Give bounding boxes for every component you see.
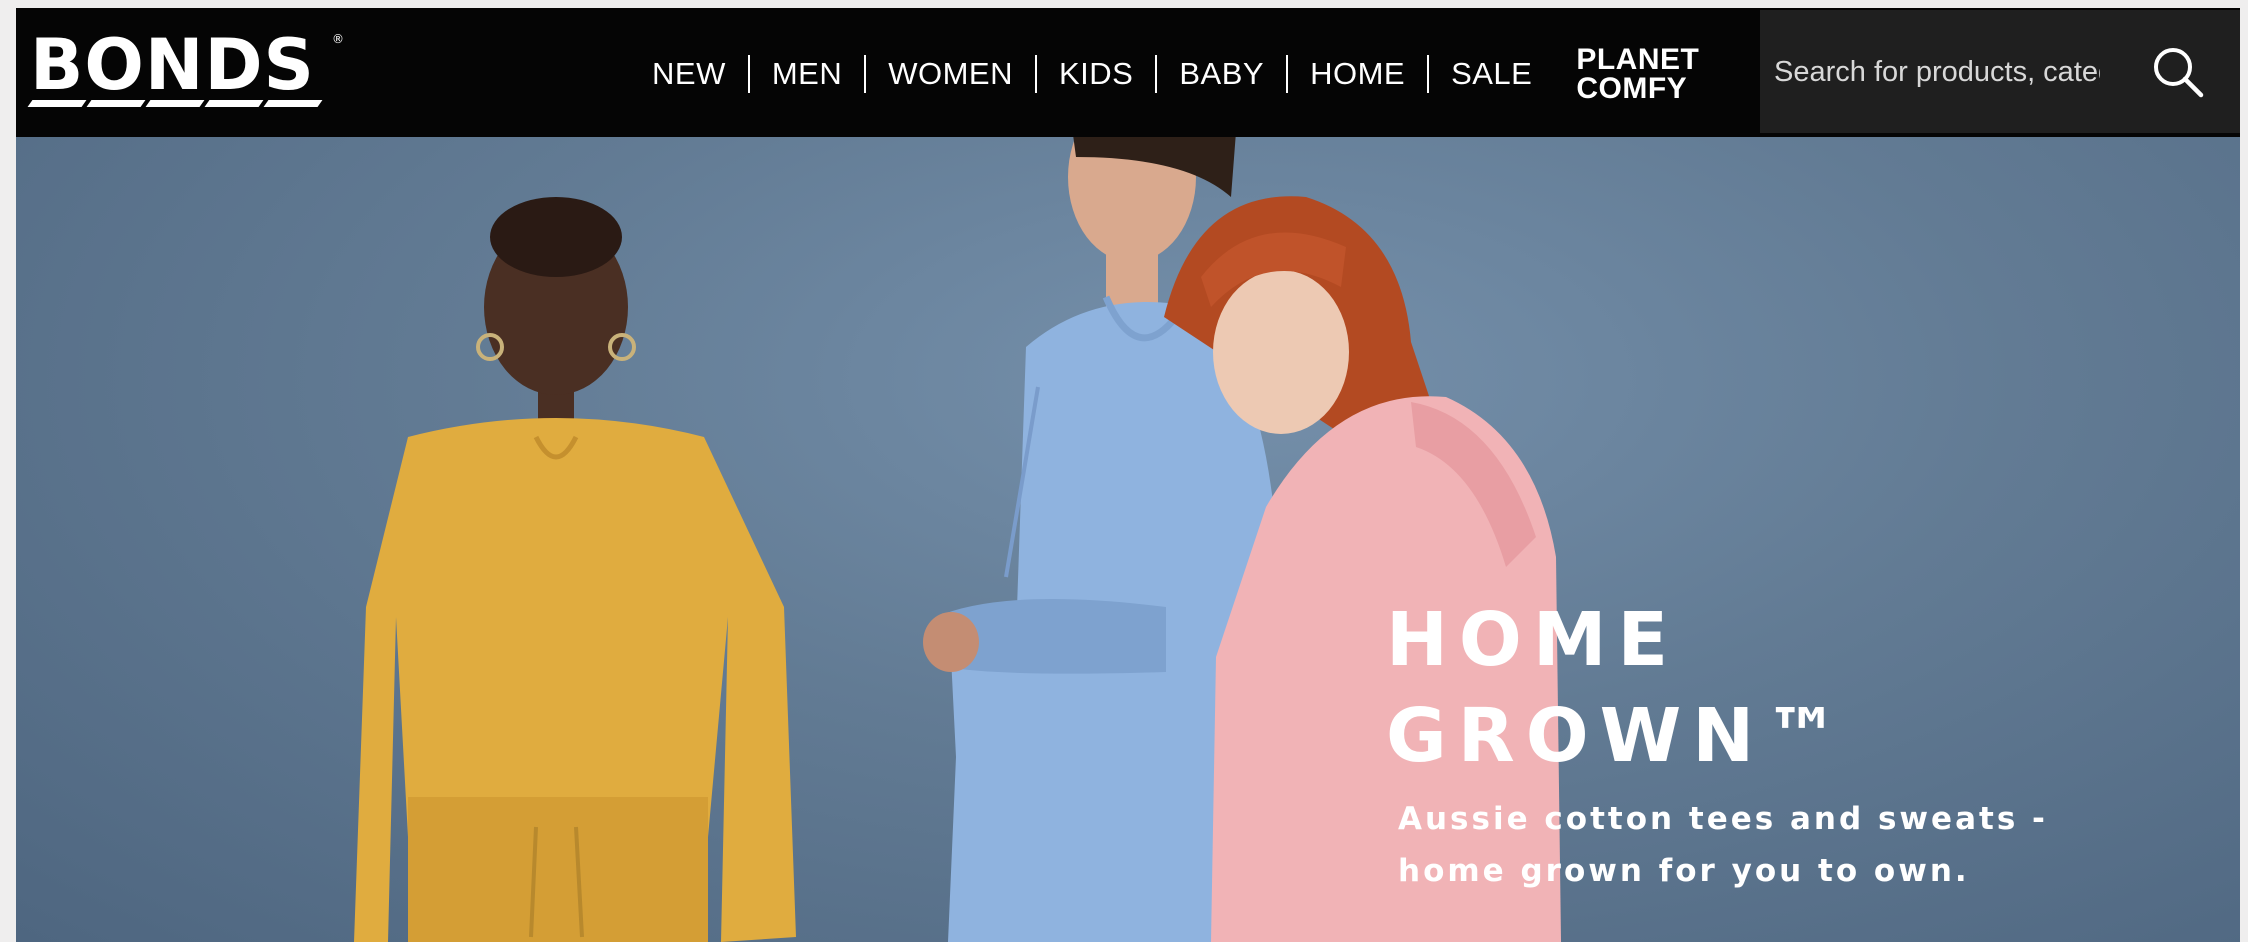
site-header: BONDS ® NEW MEN WOMEN KIDS BABY HOME SAL… — [16, 8, 2240, 137]
hero-subtext-line1: Aussie cotton tees and sweats - — [1398, 801, 2048, 837]
planet-comfy-line2: COMFY — [1576, 72, 1688, 105]
search-icon — [2154, 48, 2204, 98]
hero-headline: HOME GROWN™ — [1386, 592, 1850, 784]
hero-headline-line2: GROWN™ — [1386, 693, 1851, 779]
logo-stripes — [27, 100, 323, 107]
nav-item-planet-comfy[interactable]: PLANET COMFY — [1554, 43, 1721, 105]
nav-item-kids[interactable]: KIDS — [1037, 55, 1158, 93]
nav-item-baby[interactable]: BABY — [1157, 55, 1289, 93]
brand-logo-text: BONDS — [30, 24, 315, 106]
hero-subtext: Aussie cotton tees and sweats - home gro… — [1398, 793, 2048, 897]
search-bar — [1760, 10, 2240, 133]
registered-mark: ® — [332, 32, 344, 46]
hero-subtext-line2: home grown for you to own. — [1398, 853, 1970, 889]
search-input[interactable] — [1774, 48, 2100, 96]
hero-headline-line1: HOME — [1386, 597, 1680, 683]
nav-item-home[interactable]: HOME — [1288, 55, 1430, 93]
nav-item-men[interactable]: MEN — [750, 55, 867, 93]
nav-item-sale[interactable]: SALE — [1429, 55, 1554, 93]
nav-item-women[interactable]: WOMEN — [866, 55, 1037, 93]
page-frame: BONDS ® NEW MEN WOMEN KIDS BABY HOME SAL… — [16, 8, 2240, 942]
nav-item-new[interactable]: NEW — [652, 55, 750, 93]
brand-logo[interactable]: BONDS ® — [27, 24, 350, 114]
model-yellow-sweatshirt — [354, 197, 796, 942]
hero-banner[interactable]: HOME GROWN™ Aussie cotton tees and sweat… — [16, 137, 2240, 942]
planet-comfy-line1: PLANET — [1576, 43, 1700, 76]
search-button[interactable] — [2148, 42, 2208, 102]
main-nav: NEW MEN WOMEN KIDS BABY HOME SALE PLANET… — [652, 44, 1721, 104]
